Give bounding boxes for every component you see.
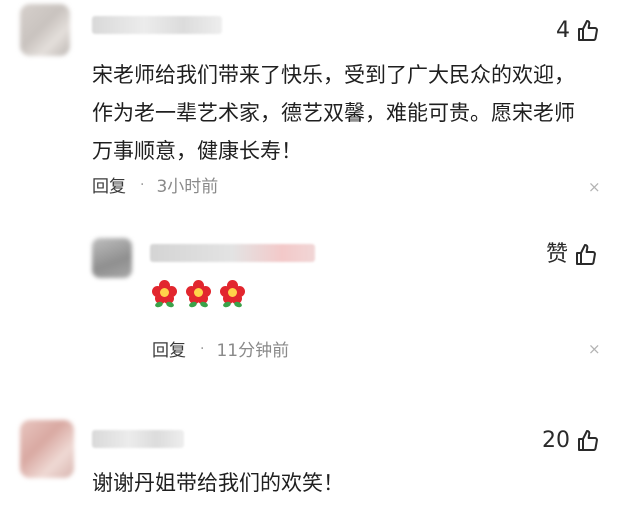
flower-emoji-icon [186,280,212,309]
timestamp: 3小时前 [156,177,219,197]
reply-button[interactable]: 回复 [152,336,186,361]
emoji-row [152,280,246,309]
comment-3: 20 谢谢丹姐带给我们的欢笑！ [0,410,640,514]
comment-2: 赞 回复 · 11分钟前 × [0,230,640,370]
thumbs-up-icon[interactable] [574,243,598,267]
avatar[interactable] [20,420,74,478]
avatar[interactable] [92,238,132,278]
like-label: 赞 [546,242,569,267]
separator: · [200,340,205,357]
thumbs-up-icon[interactable] [576,19,600,43]
flower-emoji-icon [220,280,246,309]
comment-meta: 回复 · 3小时前 [92,172,219,198]
comment-text: 谢谢丹姐带给我们的欢笑！ [92,471,344,495]
reply-button[interactable]: 回复 [92,172,126,197]
comment-1: 4 宋老师给我们带来了快乐，受到了广大民众的欢迎， 作为老一辈艺术家，德艺双馨，… [0,0,640,200]
close-icon[interactable]: × [588,180,601,195]
separator: · [140,176,145,193]
username[interactable] [150,244,315,262]
comment-text: 宋老师给我们带来了快乐，受到了广大民众的欢迎， 作为老一辈艺术家，德艺双馨，难能… [92,63,575,163]
like-count: 20 [542,428,570,453]
avatar[interactable] [20,4,70,56]
username[interactable] [92,430,184,448]
thumbs-up-icon[interactable] [576,429,600,453]
username[interactable] [92,16,222,34]
timestamp: 11分钟前 [216,341,290,361]
like-button[interactable]: 4 [556,16,600,46]
comment-thread: 4 宋老师给我们带来了快乐，受到了广大民众的欢迎， 作为老一辈艺术家，德艺双馨，… [0,0,640,514]
close-icon[interactable]: × [588,342,601,357]
like-button[interactable]: 20 [542,426,600,456]
like-button[interactable]: 赞 [546,240,598,270]
flower-emoji-icon [152,280,178,309]
comment-meta: 回复 · 11分钟前 [152,336,290,362]
like-count: 4 [556,18,570,43]
